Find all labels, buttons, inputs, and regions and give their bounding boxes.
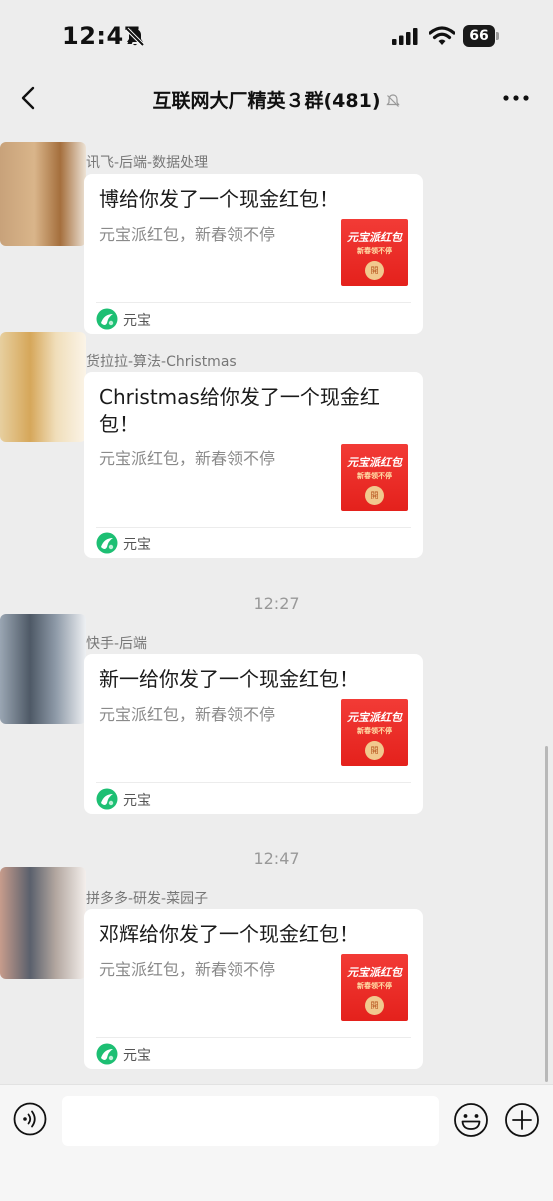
wifi-icon (429, 26, 455, 45)
voice-icon[interactable] (13, 1102, 47, 1136)
red-packet-title: 邓辉给你发了一个现金红包！ (99, 922, 359, 946)
bell-slash-icon (125, 27, 145, 47)
red-packet-title: 博给你发了一个现金红包！ (99, 187, 339, 211)
bell-slash-icon (385, 94, 400, 107)
chat-area[interactable]: 讯飞-后端-数据处理 博给你发了一个现金红包！ 元宝派红包，新春领不停 元宝派红… (0, 122, 553, 1084)
sender-name: 快手-后端 (86, 636, 148, 652)
red-packet-desc: 元宝派红包，新春领不停 (99, 449, 276, 468)
red-packet-card[interactable]: 新一给你发了一个现金红包！ 元宝派红包，新春领不停 元宝派红包 新春领不停 開 … (84, 654, 423, 814)
envelope-seal: 開 (365, 486, 384, 505)
status-bar: 12:47 66 (0, 0, 553, 74)
yuanbao-logo-icon (96, 308, 118, 330)
red-packet-card[interactable]: 邓辉给你发了一个现金红包！ 元宝派红包，新春领不停 元宝派红包 新春领不停 開 … (84, 909, 423, 1069)
red-packet-desc: 元宝派红包，新春领不停 (99, 960, 276, 979)
time-divider: 12:27 (253, 594, 300, 613)
signal-icon (392, 28, 418, 45)
source-label: 元宝 (123, 1048, 151, 1064)
divider (96, 302, 411, 303)
scrollbar[interactable] (545, 746, 548, 1082)
divider (96, 527, 411, 528)
envelope-seal: 開 (365, 741, 384, 760)
avatar[interactable] (0, 614, 86, 724)
chat-title: 互联网大厂精英３群(481) (0, 86, 553, 113)
avatar[interactable] (0, 867, 86, 979)
avatar[interactable] (0, 142, 86, 246)
plus-icon[interactable] (504, 1102, 540, 1138)
divider (96, 782, 411, 783)
red-packet-desc: 元宝派红包，新春领不停 (99, 225, 276, 244)
battery-icon: 66 (463, 25, 499, 47)
source-label: 元宝 (123, 537, 151, 553)
battery-level: 66 (469, 28, 489, 44)
yuanbao-logo-icon (96, 1043, 118, 1065)
emoji-icon[interactable] (453, 1102, 489, 1138)
red-packet-title: Christmas给你发了一个现金红包！ (99, 385, 380, 436)
ellipsis-icon[interactable] (502, 92, 530, 104)
red-envelope-image: 元宝派红包 新春领不停 開 (341, 954, 408, 1021)
nav-bar: 互联网大厂精英３群(481) (0, 74, 553, 122)
input-bar (0, 1084, 553, 1201)
red-envelope-image: 元宝派红包 新春领不停 開 (341, 444, 408, 511)
red-envelope-image: 元宝派红包 新春领不停 開 (341, 219, 408, 286)
message-input[interactable] (62, 1096, 439, 1146)
red-packet-title: 新一给你发了一个现金红包！ (99, 667, 359, 691)
source-label: 元宝 (123, 793, 151, 809)
source-label: 元宝 (123, 313, 151, 329)
divider (96, 1037, 411, 1038)
yuanbao-logo-icon (96, 532, 118, 554)
red-packet-card[interactable]: 博给你发了一个现金红包！ 元宝派红包，新春领不停 元宝派红包 新春领不停 開 元… (84, 174, 423, 334)
avatar[interactable] (0, 332, 86, 442)
red-envelope-image: 元宝派红包 新春领不停 開 (341, 699, 408, 766)
chat-title-text: 互联网大厂精英３群(481) (152, 90, 381, 112)
red-packet-card[interactable]: Christmas给你发了一个现金红包！ 元宝派红包，新春领不停 元宝派红包 新… (84, 372, 423, 558)
sender-name: 拼多多-研发-菜园子 (86, 891, 209, 907)
envelope-seal: 開 (365, 996, 384, 1015)
time-divider: 12:47 (253, 849, 300, 868)
sender-name: 讯飞-后端-数据处理 (86, 155, 209, 171)
sender-name: 货拉拉-算法-Christmas (86, 354, 237, 370)
red-packet-desc: 元宝派红包，新春领不停 (99, 705, 276, 724)
yuanbao-logo-icon (96, 788, 118, 810)
envelope-seal: 開 (365, 261, 384, 280)
